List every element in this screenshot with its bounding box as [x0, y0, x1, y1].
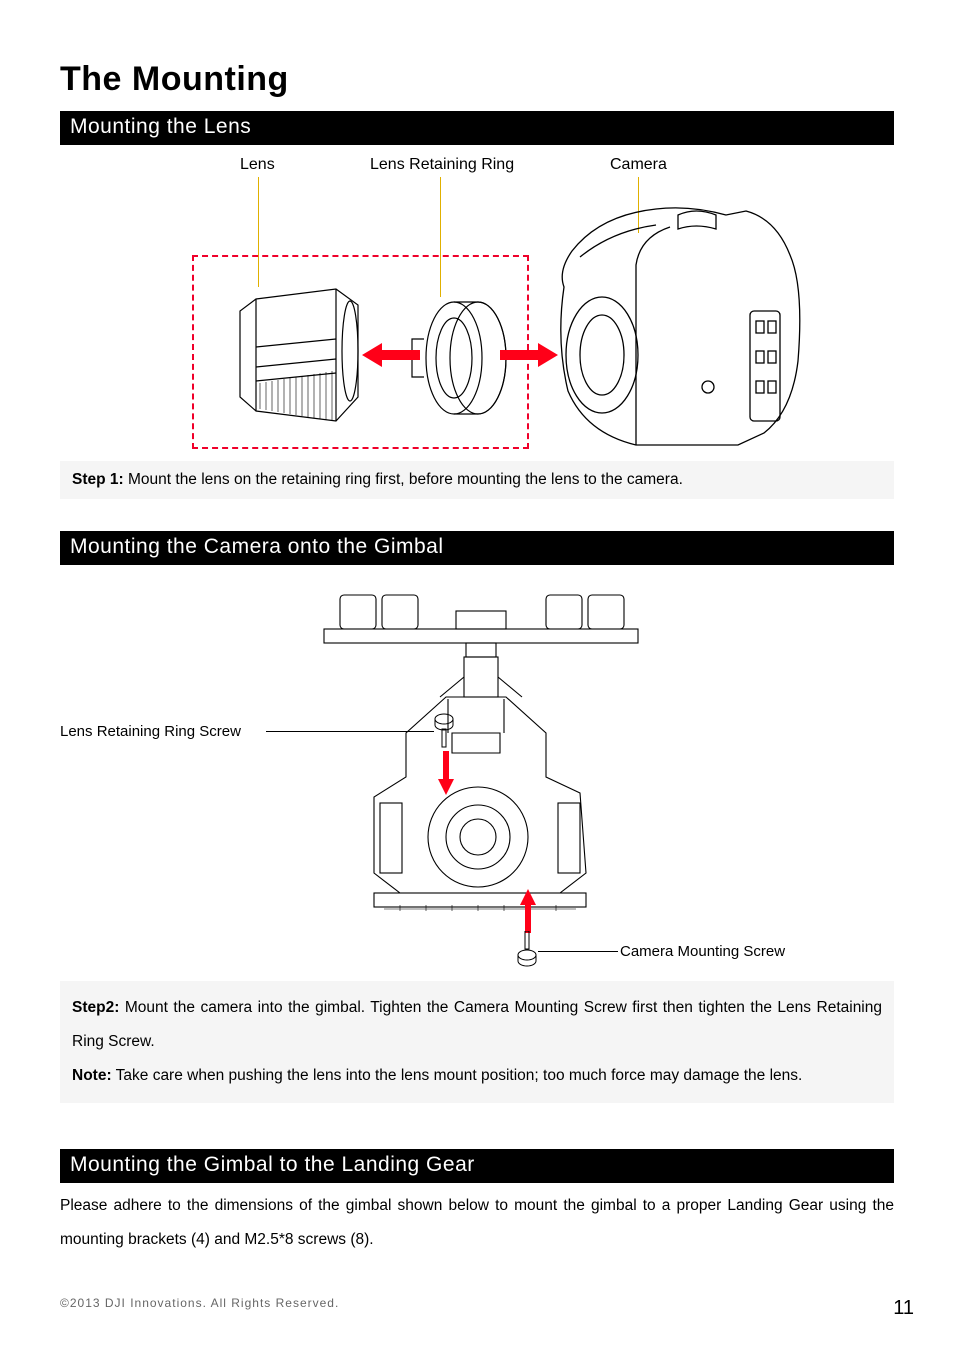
step2-box: Step2: Mount the camera into the gimbal.… — [60, 981, 894, 1103]
note-text: Take care when pushing the lens into the… — [116, 1067, 803, 1084]
section-heading-landing: Mounting the Gimbal to the Landing Gear — [60, 1149, 894, 1183]
diagram-camera-gimbal: Lens Retaining Ring Screw Camera Mountin… — [60, 573, 894, 973]
page-title: The Mounting — [60, 60, 894, 99]
landing-body-text: Please adhere to the dimensions of the g… — [60, 1189, 894, 1257]
label-ring-screw: Lens Retaining Ring Screw — [60, 723, 241, 740]
note-label: Note: — [72, 1067, 112, 1084]
step1-label: Step 1: — [72, 471, 124, 488]
label-lens: Lens — [240, 157, 275, 173]
section-heading-lens: Mounting the Lens — [60, 111, 894, 145]
step1-box: Step 1: Mount the lens on the retaining … — [60, 461, 894, 499]
footer-copyright: ©2013 DJI Innovations. All Rights Reserv… — [60, 1296, 339, 1310]
camera-illustration — [540, 201, 810, 451]
step2-label: Step2: — [72, 999, 119, 1016]
label-camera: Camera — [610, 157, 667, 173]
arrow-right-icon — [500, 343, 558, 367]
step2-text: Mount the camera into the gimbal. Tighte… — [72, 999, 882, 1050]
arrow-left-icon — [362, 343, 420, 367]
gimbal-body-illustration — [360, 693, 600, 953]
thumbscrew-b-illustration — [517, 931, 537, 967]
label-ring: Lens Retaining Ring — [370, 157, 514, 173]
gimbal-top-illustration — [316, 589, 646, 699]
section-heading-gimbal: Mounting the Camera onto the Gimbal — [60, 531, 894, 565]
diagram-mounting-lens: Lens Lens Retaining Ring Camera — [60, 153, 894, 453]
page-number: 11 — [893, 1297, 914, 1320]
arrow-up-icon — [520, 889, 536, 933]
step1-text: Mount the lens on the retaining ring fir… — [128, 471, 683, 488]
label-cam-screw: Camera Mounting Screw — [620, 943, 785, 960]
lens-illustration — [218, 281, 370, 429]
